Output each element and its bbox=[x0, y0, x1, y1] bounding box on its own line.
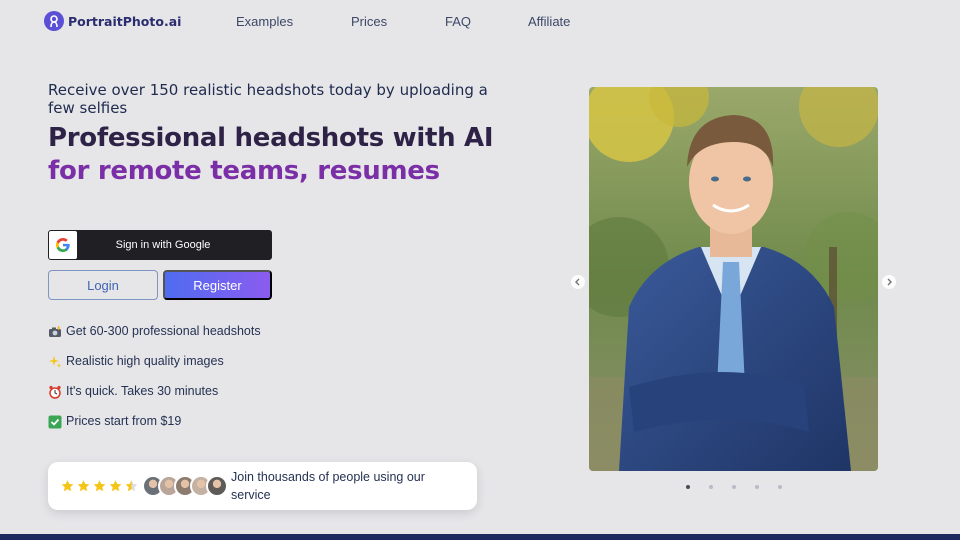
star-icon bbox=[77, 480, 90, 492]
carousel-prev-button[interactable] bbox=[571, 275, 585, 289]
feature-item: Realistic high quality images bbox=[48, 354, 261, 384]
social-proof-card: Join thousands of people using our servi… bbox=[48, 462, 477, 510]
star-icon bbox=[93, 480, 106, 492]
carousel-next-button[interactable] bbox=[882, 275, 896, 289]
star-icon bbox=[61, 480, 74, 492]
footer-bar bbox=[0, 534, 960, 540]
feature-text: Get 60-300 professional headshots bbox=[66, 324, 261, 338]
nav-examples[interactable]: Examples bbox=[236, 14, 293, 29]
carousel-dot[interactable] bbox=[755, 485, 759, 489]
rating-stars bbox=[60, 479, 139, 493]
feature-text: Realistic high quality images bbox=[66, 354, 224, 368]
camera-flash-icon bbox=[48, 325, 62, 339]
social-proof-text: Join thousands of people using our servi… bbox=[231, 470, 425, 502]
brand-logo[interactable]: PortraitPhoto.ai bbox=[44, 11, 181, 31]
user-avatar bbox=[206, 475, 228, 497]
brand-name: PortraitPhoto.ai bbox=[68, 13, 182, 29]
check-mark-icon bbox=[48, 415, 62, 429]
feature-item: It's quick. Takes 30 minutes bbox=[48, 384, 261, 414]
hero-subtitle: Receive over 150 realistic headshots tod… bbox=[48, 81, 488, 117]
carousel-dot[interactable] bbox=[778, 485, 782, 489]
user-avatars bbox=[142, 475, 228, 497]
chevron-right-icon bbox=[887, 278, 892, 286]
sparkles-icon bbox=[48, 355, 62, 369]
google-icon bbox=[49, 231, 77, 259]
carousel-dot[interactable] bbox=[686, 485, 690, 489]
feature-item: Get 60-300 professional headshots bbox=[48, 324, 261, 354]
nav-affiliate[interactable]: Affiliate bbox=[528, 14, 570, 29]
headshot-carousel-image[interactable] bbox=[589, 87, 878, 471]
feature-item: Prices start from $19 bbox=[48, 414, 261, 444]
star-icon bbox=[109, 480, 122, 492]
login-button[interactable]: Login bbox=[48, 270, 158, 300]
feature-list: Get 60-300 professional headshots Realis… bbox=[48, 324, 261, 444]
portrait-logo-icon bbox=[44, 11, 64, 31]
alarm-clock-icon bbox=[48, 385, 62, 399]
feature-text: It's quick. Takes 30 minutes bbox=[66, 384, 219, 398]
carousel-dot[interactable] bbox=[709, 485, 713, 489]
feature-text: Prices start from $19 bbox=[66, 414, 182, 428]
google-sign-in-button[interactable]: Sign in with Google bbox=[48, 230, 272, 260]
hero-title-line-1: Professional headshots with AI bbox=[48, 123, 494, 153]
nav-faq[interactable]: FAQ bbox=[445, 14, 471, 29]
google-sign-in-label: Sign in with Google bbox=[115, 239, 211, 251]
site-header: PortraitPhoto.ai Examples Prices FAQ Aff… bbox=[0, 0, 960, 44]
star-icon bbox=[125, 480, 138, 492]
chevron-left-icon bbox=[575, 278, 580, 286]
carousel-dot[interactable] bbox=[732, 485, 736, 489]
register-button[interactable]: Register bbox=[163, 270, 272, 300]
hero-title-line-2: for remote teams, resumes bbox=[48, 156, 440, 186]
nav-prices[interactable]: Prices bbox=[351, 14, 387, 29]
man-in-blue-suit-headshot bbox=[589, 87, 878, 471]
